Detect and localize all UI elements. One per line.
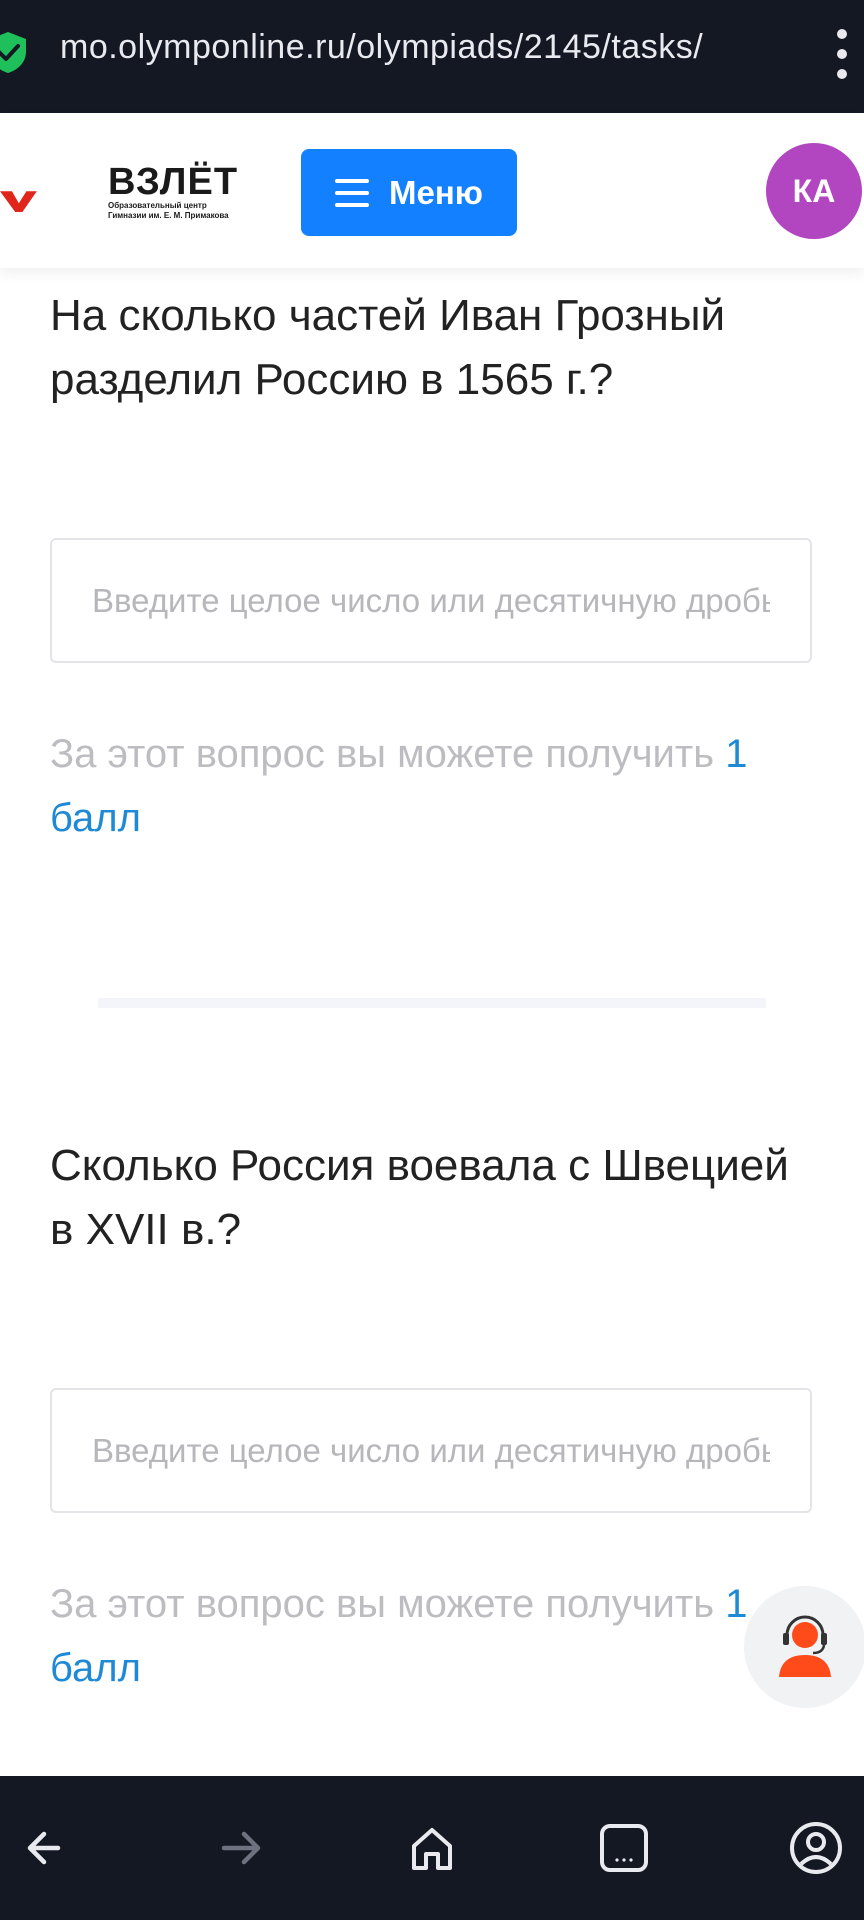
answer-input[interactable] xyxy=(50,1388,812,1513)
tasks-content: На сколько частей Иван Грозный разделил … xyxy=(0,268,864,1776)
arrow-right-icon[interactable] xyxy=(210,1818,270,1878)
shield-check-icon xyxy=(0,32,26,73)
support-agent-icon xyxy=(779,1615,831,1677)
question-divider xyxy=(98,998,766,1008)
url-text[interactable]: mo.olymponline.ru/olympiads/2145/tasks/ xyxy=(60,28,790,67)
support-button[interactable] xyxy=(744,1586,864,1708)
home-icon[interactable] xyxy=(402,1818,462,1878)
menu-button[interactable]: Меню xyxy=(301,149,517,236)
hamburger-icon xyxy=(335,178,370,207)
points-info: За этот вопрос вы можете получить 1 балл xyxy=(50,722,810,850)
avatar[interactable]: КА xyxy=(766,143,862,239)
arrow-left-icon[interactable] xyxy=(18,1818,78,1878)
question-title: Сколько Россия воевала с Швецией в XVII … xyxy=(50,1141,789,1254)
answer-input[interactable] xyxy=(50,538,812,663)
logo-subtitle-line: Образовательный центр xyxy=(108,201,207,210)
screen: mo.olymponline.ru/olympiads/2145/tasks/ … xyxy=(0,0,864,1920)
logo-subtitle-line: Гимназии им. Е. М. Примакова xyxy=(108,211,229,220)
points-info: За этот вопрос вы можете получить 1 балл xyxy=(50,1572,810,1700)
site-header: ВЗЛЁТ Образовательный центр Гимназии им.… xyxy=(0,113,864,268)
logo-subtitle: Образовательный центр Гимназии им. Е. М.… xyxy=(108,201,258,221)
logo-title: ВЗЛЁТ xyxy=(108,161,239,203)
points-prefix: За этот вопрос вы можете получить xyxy=(50,732,715,776)
browser-bottom-nav xyxy=(0,1776,864,1920)
menu-label: Меню xyxy=(389,173,483,211)
more-vertical-icon[interactable] xyxy=(828,22,856,86)
account-icon[interactable] xyxy=(786,1818,846,1878)
points-prefix: За этот вопрос вы можете получить xyxy=(50,1582,715,1626)
logo-mark-icon xyxy=(0,191,37,212)
browser-url-bar[interactable]: mo.olymponline.ru/olympiads/2145/tasks/ xyxy=(0,0,864,113)
question-title: На сколько частей Иван Грозный разделил … xyxy=(50,291,726,404)
tabs-icon[interactable] xyxy=(594,1818,654,1878)
